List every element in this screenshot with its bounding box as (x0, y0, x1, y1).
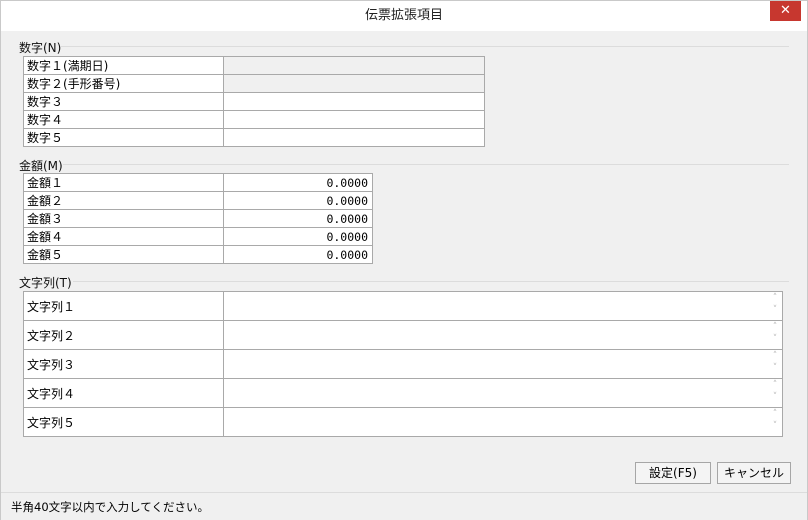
status-bar: 半角40文字以内で入力してください。 (1, 492, 807, 520)
strings-table: 文字列１ ˄ ˅ 文字列２ ˄ ˅ 文字列３ ˄ ˅ 文字列４ ˄ ˅ 文字列５… (23, 291, 783, 437)
string-field-3[interactable]: ˄ ˅ (223, 349, 783, 379)
scroll-arrows-icon[interactable]: ˄ ˅ (768, 408, 782, 436)
table-row: 金額１ 0.0000 (23, 173, 373, 192)
number-field-4[interactable] (223, 110, 485, 129)
number-label-3: 数字３ (23, 92, 224, 111)
close-icon[interactable]: ✕ (770, 1, 801, 21)
string-label-5: 文字列５ (23, 407, 224, 437)
table-row: 数字５ (23, 128, 485, 147)
table-row: 数字４ (23, 110, 485, 129)
amounts-divider (63, 164, 789, 165)
status-text: 半角40文字以内で入力してください。 (11, 500, 209, 514)
string-field-2[interactable]: ˄ ˅ (223, 320, 783, 350)
number-field-1 (223, 56, 485, 75)
amount-label-5: 金額５ (23, 245, 224, 264)
number-label-4: 数字４ (23, 110, 224, 129)
number-field-2 (223, 74, 485, 93)
amount-field-4[interactable]: 0.0000 (223, 227, 373, 246)
scroll-arrows-icon[interactable]: ˄ ˅ (768, 292, 782, 320)
number-label-5: 数字５ (23, 128, 224, 147)
amount-label-2: 金額２ (23, 191, 224, 210)
table-row: 金額３ 0.0000 (23, 209, 373, 228)
table-row: 文字列４ ˄ ˅ (23, 378, 783, 408)
dialog-window: 伝票拡張項目 ✕ 数字(N) 数字１(満期日) 数字２(手形番号) 数字３ 数字… (0, 0, 808, 520)
table-row: 数字１(満期日) (23, 56, 485, 75)
settings-button[interactable]: 設定(F5) (635, 462, 711, 484)
numbers-table: 数字１(満期日) 数字２(手形番号) 数字３ 数字４ 数字５ (23, 56, 485, 147)
table-row: 数字２(手形番号) (23, 74, 485, 93)
amount-field-2[interactable]: 0.0000 (223, 191, 373, 210)
strings-divider (73, 281, 789, 282)
number-field-5[interactable] (223, 128, 485, 147)
cancel-button[interactable]: キャンセル (717, 462, 791, 484)
amount-field-1[interactable]: 0.0000 (223, 173, 373, 192)
amounts-table: 金額１ 0.0000 金額２ 0.0000 金額３ 0.0000 金額４ 0.0… (23, 173, 373, 264)
table-row: 金額５ 0.0000 (23, 245, 373, 264)
string-label-3: 文字列３ (23, 349, 224, 379)
string-field-1[interactable]: ˄ ˅ (223, 291, 783, 321)
numbers-divider (61, 46, 789, 47)
table-row: 金額４ 0.0000 (23, 227, 373, 246)
table-row: 文字列５ ˄ ˅ (23, 407, 783, 437)
amount-label-3: 金額３ (23, 209, 224, 228)
numbers-section: 数字(N) (19, 39, 789, 56)
string-label-2: 文字列２ (23, 320, 224, 350)
number-label-2: 数字２(手形番号) (23, 74, 224, 93)
title-bar: 伝票拡張項目 ✕ (1, 1, 807, 31)
string-label-1: 文字列１ (23, 291, 224, 321)
strings-section: 文字列(T) (19, 274, 789, 291)
scroll-arrows-icon[interactable]: ˄ ˅ (768, 379, 782, 407)
amount-label-4: 金額４ (23, 227, 224, 246)
number-label-1: 数字１(満期日) (23, 56, 224, 75)
table-row: 文字列２ ˄ ˅ (23, 320, 783, 350)
amounts-section: 金額(M) (19, 157, 789, 174)
scroll-arrows-icon[interactable]: ˄ ˅ (768, 321, 782, 349)
amount-field-5[interactable]: 0.0000 (223, 245, 373, 264)
table-row: 文字列３ ˄ ˅ (23, 349, 783, 379)
amount-label-1: 金額１ (23, 173, 224, 192)
table-row: 文字列１ ˄ ˅ (23, 291, 783, 321)
string-field-5[interactable]: ˄ ˅ (223, 407, 783, 437)
scroll-arrows-icon[interactable]: ˄ ˅ (768, 350, 782, 378)
string-label-4: 文字列４ (23, 378, 224, 408)
table-row: 数字３ (23, 92, 485, 111)
table-row: 金額２ 0.0000 (23, 191, 373, 210)
string-field-4[interactable]: ˄ ˅ (223, 378, 783, 408)
window-title: 伝票拡張項目 (364, 8, 443, 23)
strings-heading: 文字列(T) (19, 276, 72, 290)
numbers-heading: 数字(N) (19, 41, 62, 55)
amount-field-3[interactable]: 0.0000 (223, 209, 373, 228)
amounts-heading: 金額(M) (19, 159, 63, 173)
number-field-3[interactable] (223, 92, 485, 111)
